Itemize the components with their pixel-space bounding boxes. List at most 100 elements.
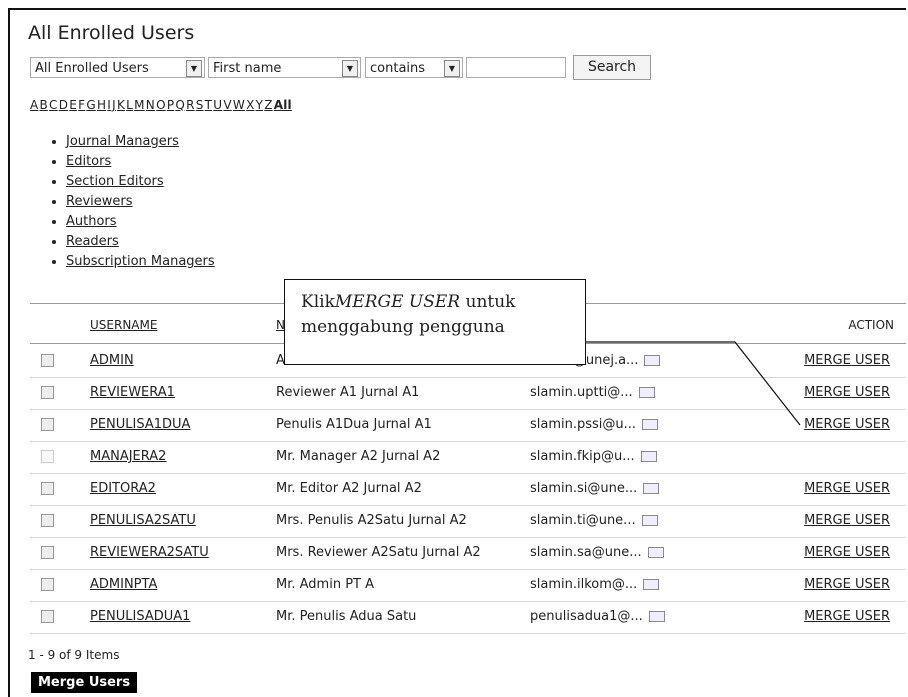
role-link[interactable]: Section Editors — [66, 174, 164, 189]
alphabet-filter: ABCDEFGHIJKLMNOPQRSTUVWXYZAll — [30, 98, 293, 112]
dropdown-arrow-icon[interactable]: ▼ — [444, 60, 460, 77]
row-checkbox — [41, 450, 54, 463]
alphabet-link-e[interactable]: E — [69, 98, 77, 112]
field-select[interactable]: First name ▼ — [208, 57, 361, 78]
alphabet-link-x[interactable]: X — [246, 98, 254, 112]
alphabet-link-t[interactable]: T — [205, 98, 213, 112]
merge-user-link[interactable]: MERGE USER — [804, 513, 890, 528]
email-text: slamin.si@une... — [530, 481, 638, 496]
alphabet-link-y[interactable]: Y — [256, 98, 264, 112]
role-link[interactable]: Journal Managers — [66, 134, 179, 149]
merge-user-link[interactable]: MERGE USER — [804, 385, 890, 400]
annotation-callout: KlikMERGE USER untuk menggabung pengguna — [284, 279, 586, 365]
username-link[interactable]: PENULISA2SATU — [90, 513, 196, 528]
alphabet-link-c[interactable]: C — [49, 98, 58, 112]
alphabet-link-d[interactable]: D — [59, 98, 68, 112]
row-checkbox[interactable] — [41, 514, 54, 527]
alphabet-link-s[interactable]: S — [196, 98, 204, 112]
row-checkbox[interactable] — [41, 386, 54, 399]
alphabet-link-g[interactable]: G — [86, 98, 96, 112]
email-cell: penulisadua1@... — [530, 609, 665, 624]
callout-line2: menggabung pengguna — [301, 317, 505, 337]
alphabet-link-h[interactable]: H — [97, 98, 106, 112]
username-link[interactable]: MANAJERA2 — [90, 449, 166, 464]
merge-user-link[interactable]: MERGE USER — [804, 481, 890, 496]
alphabet-link-j[interactable]: J — [112, 98, 116, 112]
username-link[interactable]: PENULISADUA1 — [90, 609, 190, 624]
alphabet-link-p[interactable]: P — [167, 98, 174, 112]
alphabet-link-q[interactable]: Q — [175, 98, 185, 112]
row-checkbox[interactable] — [41, 418, 54, 431]
email-text: slamin.uptti@... — [530, 385, 633, 400]
column-header-username[interactable]: USERNAME — [90, 318, 157, 332]
alphabet-link-o[interactable]: O — [156, 98, 166, 112]
username-link[interactable]: EDITORA2 — [90, 481, 156, 496]
search-input[interactable] — [466, 57, 566, 78]
alphabet-link-i[interactable]: I — [107, 98, 111, 112]
row-checkbox[interactable] — [41, 546, 54, 559]
row-checkbox[interactable] — [41, 610, 54, 623]
envelope-icon[interactable] — [638, 387, 655, 398]
username-link[interactable]: PENULISA1DUA — [90, 417, 190, 432]
envelope-icon[interactable] — [643, 579, 660, 590]
envelope-icon[interactable] — [642, 419, 659, 430]
email-text: slamin.ti@une... — [530, 513, 636, 528]
envelope-icon[interactable] — [647, 547, 664, 558]
envelope-icon[interactable] — [644, 355, 661, 366]
envelope-icon[interactable] — [648, 611, 665, 622]
table-row: ADMINPTA Mr. Admin PT A slamin.ilkom@... ME… — [30, 569, 906, 602]
merge-user-link[interactable]: MERGE USER — [804, 545, 890, 560]
role-list-item: Readers — [66, 232, 215, 252]
email-text: slamin.sa@une... — [530, 545, 642, 560]
merge-user-link[interactable]: MERGE USER — [804, 353, 890, 368]
role-list: Journal Managers Editors Section Editors Re… — [50, 132, 215, 272]
alphabet-link-r[interactable]: R — [186, 98, 195, 112]
alphabet-link-l[interactable]: L — [126, 98, 133, 112]
role-list-item: Authors — [66, 212, 215, 232]
username-link[interactable]: REVIEWERA2SATU — [90, 545, 209, 560]
alphabet-link-all[interactable]: All — [274, 98, 292, 112]
role-link[interactable]: Authors — [66, 214, 117, 229]
dropdown-arrow-icon[interactable]: ▼ — [186, 60, 202, 77]
alphabet-link-k[interactable]: K — [117, 98, 125, 112]
alphabet-link-v[interactable]: V — [223, 98, 231, 112]
merge-user-link[interactable]: MERGE USER — [804, 609, 890, 624]
email-cell: slamin.si@une... — [530, 481, 660, 496]
username-link[interactable]: REVIEWERA1 — [90, 385, 175, 400]
row-checkbox[interactable] — [41, 578, 54, 591]
match-select[interactable]: contains ▼ — [365, 57, 463, 78]
alphabet-link-m[interactable]: M — [134, 98, 145, 112]
envelope-icon[interactable] — [641, 515, 658, 526]
search-button[interactable]: Search — [573, 55, 651, 80]
alphabet-link-f[interactable]: F — [78, 98, 85, 112]
role-list-item: Reviewers — [66, 192, 215, 212]
role-link[interactable]: Subscription Managers — [66, 254, 215, 269]
alphabet-link-a[interactable]: A — [30, 98, 38, 112]
merge-users-button[interactable]: Merge Users — [31, 672, 138, 693]
role-list-item: Editors — [66, 152, 215, 172]
role-link[interactable]: Reviewers — [66, 194, 133, 209]
alphabet-link-b[interactable]: B — [40, 98, 48, 112]
callout-emphasis: MERGE USER — [334, 292, 461, 312]
table-row: REVIEWERA2SATU Mrs. Reviewer A2Satu Jurna… — [30, 537, 906, 570]
alphabet-link-u[interactable]: U — [213, 98, 222, 112]
merge-user-link[interactable]: MERGE USER — [804, 577, 890, 592]
group-select[interactable]: All Enrolled Users ▼ — [30, 57, 205, 78]
envelope-icon[interactable] — [640, 451, 657, 462]
user-name: Mrs. Reviewer A2Satu Jurnal A2 — [276, 545, 481, 560]
email-cell: slamin.uptti@... — [530, 385, 655, 400]
row-checkbox[interactable] — [41, 482, 54, 495]
dropdown-arrow-icon[interactable]: ▼ — [342, 60, 358, 77]
username-link[interactable]: ADMIN — [90, 353, 134, 368]
role-link[interactable]: Editors — [66, 154, 111, 169]
username-link[interactable]: ADMINPTA — [90, 577, 157, 592]
role-link[interactable]: Readers — [66, 234, 119, 249]
alphabet-link-z[interactable]: Z — [264, 98, 272, 112]
merge-user-link[interactable]: MERGE USER — [804, 417, 890, 432]
envelope-icon[interactable] — [643, 483, 660, 494]
alphabet-link-w[interactable]: W — [233, 98, 245, 112]
email-text: slamin.pssi@u... — [530, 417, 637, 432]
email-cell: slamin.ti@une... — [530, 513, 658, 528]
alphabet-link-n[interactable]: N — [146, 98, 155, 112]
row-checkbox[interactable] — [41, 354, 54, 367]
